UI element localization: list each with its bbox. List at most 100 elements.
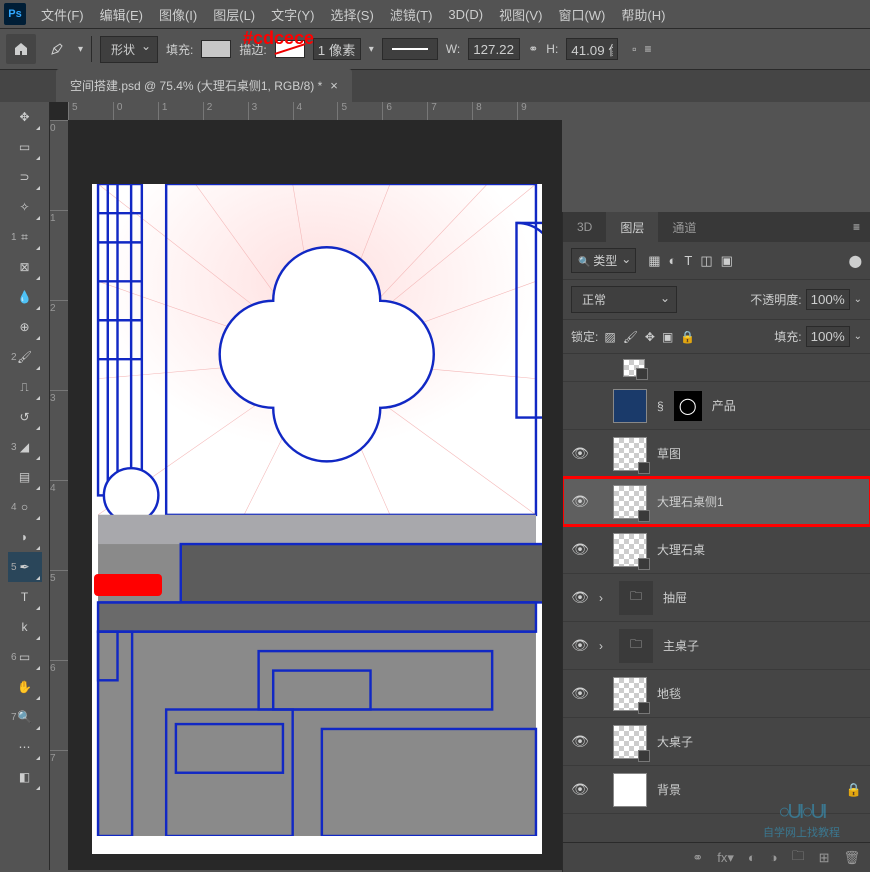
trash-icon[interactable]: 🗑 — [843, 850, 860, 866]
filter-toggle[interactable]: ⬤ — [849, 254, 862, 268]
layer-row[interactable]: 👁 地毯 — [563, 670, 870, 718]
menu-item[interactable]: 图像(I) — [152, 1, 204, 28]
type-tool[interactable]: T — [8, 582, 42, 612]
layer-name[interactable]: 草图 — [657, 445, 681, 462]
visibility-icon[interactable]: 👁 — [571, 637, 589, 654]
layer-row[interactable]: 👁背景🔒 — [563, 766, 870, 814]
stroke-width-input[interactable] — [313, 38, 361, 60]
layer-name[interactable]: 大理石桌侧1 — [657, 493, 724, 510]
arrow-right-icon[interactable]: › — [599, 639, 609, 653]
caret-down-icon[interactable]: ▾ — [369, 44, 374, 55]
frame-tool[interactable]: ⊠ — [8, 252, 42, 282]
visibility-icon[interactable]: 👁 — [571, 445, 589, 462]
layer-name[interactable]: 地毯 — [657, 685, 681, 702]
panel-menu-icon[interactable]: ≡ — [843, 220, 870, 234]
menu-item[interactable]: 3D(D) — [441, 3, 490, 26]
path-tool[interactable]: k — [8, 612, 42, 642]
arrow-right-icon[interactable]: › — [599, 591, 609, 605]
layer-row[interactable]: 👁 大理石桌 — [563, 526, 870, 574]
layer-row[interactable] — [563, 354, 870, 382]
crop-tool[interactable]: ⌗1 — [8, 222, 42, 252]
wand-tool[interactable]: ✧ — [8, 192, 42, 222]
lock-transparent-icon[interactable]: ▨ — [604, 330, 615, 344]
layer-name[interactable]: 抽屉 — [663, 589, 687, 606]
layer-row[interactable]: 👁 大理石桌侧1 — [563, 478, 870, 526]
menu-item[interactable]: 帮助(H) — [614, 1, 672, 28]
caret-down-icon[interactable]: ⌄ — [854, 294, 862, 305]
filter-smart-icon[interactable]: ▣ — [721, 253, 733, 269]
history-brush-tool[interactable]: ↺ — [8, 402, 42, 432]
lock-position-icon[interactable]: ✥ — [645, 330, 655, 344]
menu-item[interactable]: 图层(L) — [206, 1, 262, 28]
layer-name[interactable]: 产品 — [712, 397, 736, 414]
stroke-style-dropdown[interactable] — [382, 38, 438, 60]
menu-item[interactable]: 文字(Y) — [264, 1, 321, 28]
visibility-icon[interactable]: 👁 — [571, 781, 589, 798]
lock-artboard-icon[interactable]: ▣ — [662, 330, 673, 344]
pen-tool[interactable]: ✒5 — [8, 552, 42, 582]
gradient-tool[interactable]: ▤ — [8, 462, 42, 492]
height-input[interactable] — [566, 38, 618, 60]
layer-row[interactable]: 👁 大桌子 — [563, 718, 870, 766]
filter-type-icon[interactable]: T — [684, 253, 692, 269]
blend-mode-dropdown[interactable]: 正常 — [571, 286, 677, 313]
blur-tool[interactable]: ○4 — [8, 492, 42, 522]
layer-row[interactable]: 👁›🗀主桌子 — [563, 622, 870, 670]
new-layer-icon[interactable]: ⊞ — [819, 850, 830, 866]
visibility-icon[interactable]: 👁 — [571, 685, 589, 702]
menu-item[interactable]: 窗口(W) — [551, 1, 612, 28]
visibility-icon[interactable]: 👁 — [571, 541, 589, 558]
zoom-tool[interactable]: 🔍7 — [8, 702, 42, 732]
layer-name[interactable]: 大理石桌 — [657, 541, 705, 558]
dodge-tool[interactable]: ◗ — [8, 522, 42, 552]
move-tool[interactable]: ✥ — [8, 102, 42, 132]
stamp-tool[interactable]: ⎍ — [8, 372, 42, 402]
layer-name[interactable]: 主桌子 — [663, 637, 699, 654]
opacity-input[interactable] — [806, 289, 850, 310]
panel-tab[interactable]: 3D — [563, 213, 606, 241]
caret-down-icon[interactable]: ⌄ — [854, 331, 862, 342]
link-layers-icon[interactable]: ⚭ — [692, 850, 703, 866]
layer-filter-dropdown[interactable]: 类型 — [571, 248, 636, 273]
visibility-icon[interactable]: 👁 — [571, 493, 589, 510]
brush-tool[interactable]: 🖌2 — [8, 342, 42, 372]
edit-toolbar[interactable]: ⋯ — [8, 732, 42, 762]
width-input[interactable] — [468, 38, 520, 60]
layer-row[interactable]: §◯产品 — [563, 382, 870, 430]
menu-item[interactable]: 滤镜(T) — [383, 1, 440, 28]
adjustment-icon[interactable]: ◑ — [770, 850, 778, 865]
panel-tab[interactable]: 通道 — [658, 212, 710, 243]
filter-shape-icon[interactable]: ◫ — [700, 253, 712, 269]
visibility-icon[interactable]: 👁 — [571, 733, 589, 750]
filter-adjust-icon[interactable]: ◐ — [669, 253, 677, 269]
healing-tool[interactable]: ⊕ — [8, 312, 42, 342]
lock-pixels-icon[interactable]: 🖌 — [623, 330, 638, 344]
close-icon[interactable]: × — [330, 78, 338, 93]
lasso-tool[interactable]: ⊃ — [8, 162, 42, 192]
tool-preset-button[interactable] — [44, 36, 70, 62]
document-tab[interactable]: 空间搭建.psd @ 75.4% (大理石桌侧1, RGB/8) * × — [56, 69, 352, 102]
caret-down-icon[interactable]: ▾ — [78, 44, 83, 55]
mask-icon[interactable]: ◐ — [748, 850, 756, 865]
eraser-tool[interactable]: ◢3 — [8, 432, 42, 462]
menu-item[interactable]: 视图(V) — [492, 1, 549, 28]
lock-all-icon[interactable]: 🔒 — [680, 330, 695, 344]
hand-tool[interactable]: ✋ — [8, 672, 42, 702]
eyedropper-tool[interactable]: 💧 — [8, 282, 42, 312]
fill-opacity-input[interactable] — [806, 326, 850, 347]
group-icon[interactable]: 🗀 — [792, 847, 805, 869]
layer-name[interactable]: 背景 — [657, 781, 681, 798]
panel-tab[interactable]: 图层 — [606, 212, 658, 243]
menu-item[interactable]: 选择(S) — [323, 1, 380, 28]
home-button[interactable] — [6, 34, 36, 64]
canvas[interactable] — [92, 184, 542, 854]
visibility-icon[interactable]: 👁 — [571, 589, 589, 606]
layer-row[interactable]: 👁›🗀抽屉 — [563, 574, 870, 622]
rectangle-tool[interactable]: ▭6 — [8, 642, 42, 672]
menu-item[interactable]: 编辑(E) — [93, 1, 150, 28]
layer-name[interactable]: 大桌子 — [657, 733, 693, 750]
filter-pixel-icon[interactable]: ▦ — [648, 253, 660, 269]
fx-icon[interactable]: fx▾ — [717, 850, 734, 866]
fill-swatch[interactable] — [201, 40, 231, 58]
marquee-tool[interactable]: ▭ — [8, 132, 42, 162]
